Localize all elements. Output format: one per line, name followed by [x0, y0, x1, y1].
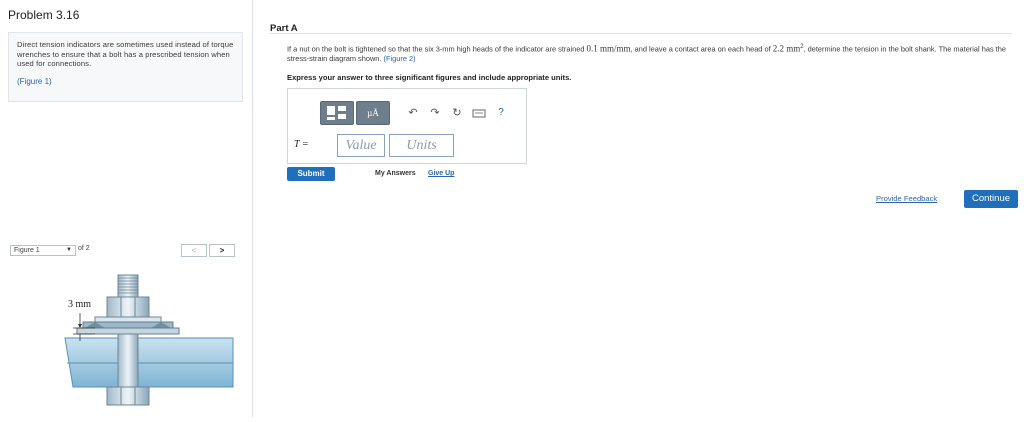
provide-feedback-link[interactable]: Provide Feedback [876, 194, 937, 203]
redo-icon[interactable]: ↷ [428, 101, 442, 125]
figure-navigation: Figure 1 ▼ of 2 < > [8, 243, 243, 260]
question-part-b: , and leave a contact area on each head … [630, 44, 773, 54]
continue-button[interactable]: Continue [964, 190, 1018, 208]
answer-toolbar: µÅ ↶ ↷ ↻ ? [320, 100, 516, 126]
answer-variable: T = [294, 139, 309, 150]
problem-text: Direct tension indicators are sometimes … [17, 40, 234, 69]
submit-button[interactable]: Submit [287, 167, 335, 181]
prev-figure-button[interactable]: < [181, 244, 207, 257]
templates-button[interactable] [320, 101, 354, 125]
problem-title: Problem 3.16 [8, 8, 80, 22]
help-icon[interactable]: ? [494, 101, 508, 125]
divider [270, 33, 1012, 34]
figure-2-link[interactable]: (Figure 2) [384, 54, 416, 63]
bolt-figure: 3 mm [55, 265, 235, 417]
units-symbols-button[interactable]: µÅ [356, 101, 390, 125]
keyboard-icon[interactable] [472, 101, 486, 125]
answer-box: µÅ ↶ ↷ ↻ ? T = Value Units [287, 88, 527, 164]
figure-select-value: Figure 1 [14, 247, 40, 254]
my-answers-link[interactable]: My Answers [375, 170, 416, 177]
answer-row: T = Value Units [294, 134, 519, 158]
figure-1-link[interactable]: (Figure 1) [17, 77, 52, 86]
reset-icon[interactable]: ↻ [450, 101, 464, 125]
area-value: 2.2 mm [772, 43, 801, 54]
problem-description-box: Direct tension indicators are sometimes … [8, 32, 243, 102]
dimension-label: 3 mm [68, 299, 91, 310]
question-panel: Part A If a nut on the bolt is tightened… [254, 0, 1024, 417]
question-text: If a nut on the bolt is tightened so tha… [287, 43, 1006, 64]
next-figure-button[interactable]: > [209, 244, 235, 257]
figure-select[interactable]: Figure 1 ▼ [10, 245, 76, 256]
answer-instruction: Express your answer to three significant… [287, 73, 572, 82]
problem-panel: Problem 3.16 Direct tension indicators a… [0, 0, 253, 417]
undo-icon[interactable]: ↶ [406, 101, 420, 125]
strain-value: 0.1 mm/mm [586, 43, 631, 54]
templates-icon [327, 106, 346, 120]
chevron-down-icon: ▼ [66, 247, 72, 253]
bolt-illustration: 3 mm [64, 274, 234, 406]
value-input[interactable]: Value [337, 134, 385, 157]
units-input[interactable]: Units [389, 134, 454, 157]
figure-count: of 2 [78, 245, 90, 252]
question-part-a: If a nut on the bolt is tightened so tha… [287, 44, 587, 54]
give-up-link[interactable]: Give Up [428, 170, 454, 177]
